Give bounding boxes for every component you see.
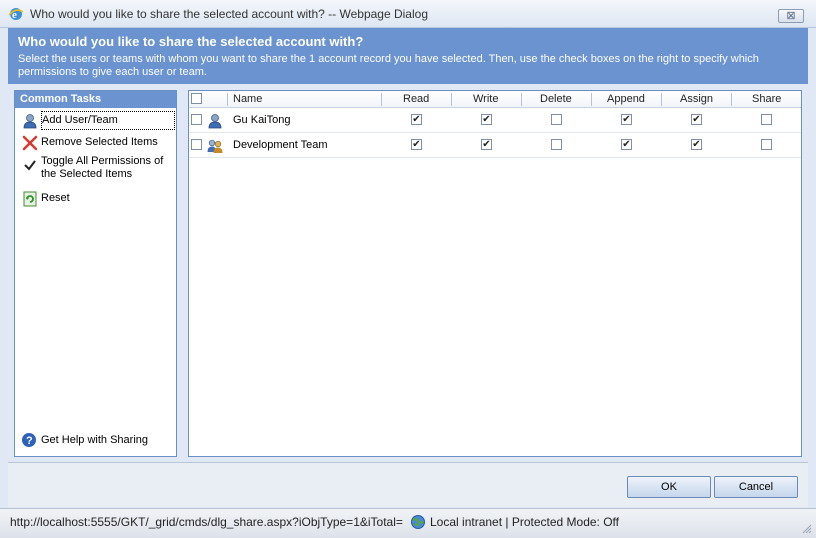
help-icon: ? bbox=[22, 433, 36, 447]
resize-grip-icon[interactable] bbox=[802, 524, 812, 534]
dialog-content: Common Tasks Add User/Team Remove Select… bbox=[8, 84, 808, 462]
row-name: Development Team bbox=[233, 139, 328, 151]
internet-explorer-icon: e bbox=[8, 8, 24, 21]
read-checkbox[interactable]: ✔ bbox=[411, 114, 422, 125]
table-row[interactable]: Development Team ✔ ✔ ✔ ✔ bbox=[189, 133, 801, 158]
cancel-button[interactable]: Cancel bbox=[714, 476, 798, 498]
append-checkbox[interactable]: ✔ bbox=[621, 139, 632, 150]
instruction-banner: Who would you like to share the selected… bbox=[8, 28, 808, 84]
status-bar: http://localhost:5555/GKT/_grid/cmds/dlg… bbox=[0, 508, 816, 538]
status-url: http://localhost:5555/GKT/_grid/cmds/dlg… bbox=[10, 515, 403, 529]
row-select-checkbox[interactable] bbox=[191, 114, 202, 125]
table-row[interactable]: Gu KaiTong ✔ ✔ ✔ ✔ bbox=[189, 108, 801, 133]
add-user-team-task[interactable]: Add User/Team bbox=[15, 110, 176, 132]
reset-label: Reset bbox=[41, 192, 70, 204]
remove-selected-items-task[interactable]: Remove Selected Items bbox=[15, 132, 176, 154]
banner-description: Select the users or teams with whom you … bbox=[18, 53, 759, 78]
user-icon bbox=[23, 114, 37, 129]
column-header-read[interactable]: Read bbox=[403, 93, 429, 105]
column-header-write[interactable]: Write bbox=[473, 93, 498, 105]
delete-checkbox[interactable] bbox=[551, 139, 562, 150]
assign-checkbox[interactable]: ✔ bbox=[691, 139, 702, 150]
svg-text:?: ? bbox=[26, 435, 33, 447]
window-title: Who would you like to share the selected… bbox=[30, 7, 428, 21]
security-zone-label: Local intranet | Protected Mode: Off bbox=[430, 515, 619, 529]
column-divider bbox=[227, 93, 228, 106]
column-divider bbox=[521, 93, 522, 106]
share-checkbox[interactable] bbox=[761, 139, 772, 150]
column-header-name[interactable]: Name bbox=[233, 93, 262, 105]
column-divider bbox=[381, 93, 382, 106]
row-name: Gu KaiTong bbox=[233, 114, 291, 126]
column-divider bbox=[731, 93, 732, 106]
common-tasks-panel: Common Tasks Add User/Team Remove Select… bbox=[14, 90, 177, 457]
red-x-icon bbox=[22, 135, 38, 151]
grid-header: Name Read Write Delete Append Assign Sha… bbox=[189, 91, 801, 108]
row-select-checkbox[interactable] bbox=[191, 139, 202, 150]
column-header-share[interactable]: Share bbox=[752, 93, 781, 105]
column-header-delete[interactable]: Delete bbox=[540, 93, 572, 105]
ok-button[interactable]: OK bbox=[627, 476, 711, 498]
share-checkbox[interactable] bbox=[761, 114, 772, 125]
reset-task[interactable]: Reset bbox=[15, 188, 176, 210]
read-checkbox[interactable]: ✔ bbox=[411, 139, 422, 150]
append-checkbox[interactable]: ✔ bbox=[621, 114, 632, 125]
delete-checkbox[interactable] bbox=[551, 114, 562, 125]
column-header-assign[interactable]: Assign bbox=[680, 93, 713, 105]
column-divider bbox=[591, 93, 592, 106]
close-button[interactable]: ⊠ bbox=[778, 9, 804, 23]
banner-heading: Who would you like to share the selected… bbox=[18, 34, 364, 49]
select-all-checkbox[interactable] bbox=[191, 93, 202, 104]
toggle-permissions-label: Toggle All Permissions of the Selected I… bbox=[41, 155, 164, 180]
assign-checkbox[interactable]: ✔ bbox=[691, 114, 702, 125]
column-divider bbox=[451, 93, 452, 106]
intranet-globe-icon bbox=[411, 515, 425, 529]
dialog-titlebar: e Who would you like to share the select… bbox=[0, 0, 816, 28]
user-icon bbox=[208, 114, 222, 129]
write-checkbox[interactable]: ✔ bbox=[481, 139, 492, 150]
help-link[interactable]: ? Get Help with Sharing bbox=[21, 432, 148, 448]
write-checkbox[interactable]: ✔ bbox=[481, 114, 492, 125]
team-icon bbox=[207, 139, 223, 153]
dialog-footer: OK Cancel bbox=[8, 462, 808, 507]
common-tasks-header: Common Tasks bbox=[15, 91, 176, 108]
help-label: Get Help with Sharing bbox=[41, 434, 148, 446]
reset-icon bbox=[23, 191, 37, 207]
column-header-append[interactable]: Append bbox=[607, 93, 645, 105]
checkmark-icon bbox=[24, 160, 36, 171]
column-divider bbox=[661, 93, 662, 106]
share-grid: Name Read Write Delete Append Assign Sha… bbox=[188, 90, 802, 457]
close-icon: ⊠ bbox=[786, 10, 796, 22]
remove-selected-items-label: Remove Selected Items bbox=[41, 136, 158, 148]
toggle-permissions-task[interactable]: Toggle All Permissions of the Selected I… bbox=[15, 154, 176, 188]
add-user-team-label: Add User/Team bbox=[41, 111, 175, 130]
